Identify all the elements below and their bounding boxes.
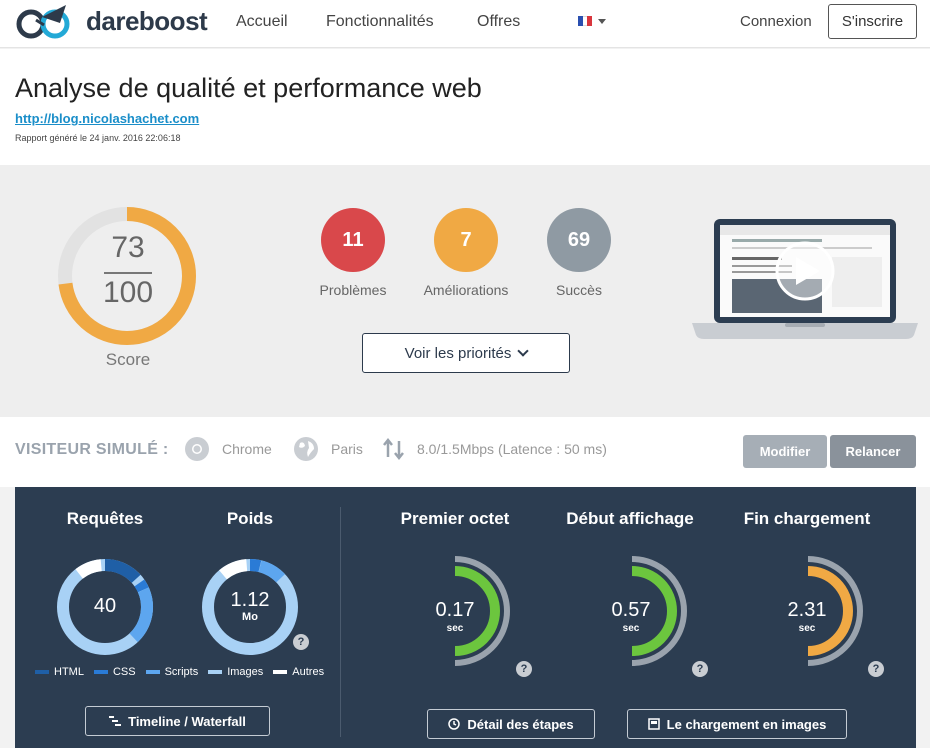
steps-detail-label: Détail des étapes (467, 716, 574, 732)
report-date: Rapport généré le 24 janv. 2016 22:06:18 (15, 133, 181, 143)
problems-count-badge[interactable]: 11 (321, 208, 385, 272)
video-laptop-thumbnail[interactable] (692, 217, 918, 341)
load-end-value: 2.31 (787, 599, 827, 621)
first-byte-unit: sec (446, 623, 464, 634)
top-navbar: dareboost Accueil Fonctionnalités Offres… (0, 0, 930, 48)
clock-icon (448, 718, 461, 730)
score-value: 73 (111, 231, 145, 264)
film-icon (647, 718, 660, 730)
weight-title: Poids (226, 509, 274, 528)
steps-detail-button[interactable]: Détail des étapes (427, 709, 595, 739)
improvements-label: Améliorations (423, 282, 509, 298)
weight-help-icon[interactable]: ? (293, 634, 309, 650)
load-end-help-icon[interactable]: ? (868, 661, 884, 677)
legend-item-html: HTML (35, 666, 84, 678)
nav-link-offres[interactable]: Offres (477, 13, 520, 31)
start-render-help-icon[interactable]: ? (692, 661, 708, 677)
start-render-value: 0.57 (611, 599, 651, 621)
requests-title: Requêtes (66, 509, 144, 528)
simulated-visitor-bar: VISITEUR SIMULÉ : Chrome Paris 8.0/1.5Mb… (0, 417, 930, 487)
legend-item-images: Images (208, 666, 263, 678)
metrics-divider (340, 507, 341, 737)
location-name: Paris (331, 441, 363, 457)
language-dropdown-caret-icon[interactable] (598, 19, 606, 24)
start-render-title: Début affichage (566, 509, 694, 528)
connection-speed: 8.0/1.5Mbps (Latence : 50 ms) (417, 441, 607, 457)
login-link[interactable]: Connexion (740, 13, 812, 30)
score-max: 100 (102, 276, 154, 309)
up-down-arrows-icon (383, 437, 404, 461)
restart-button[interactable]: Relancer (830, 435, 916, 468)
requests-value: 40 (93, 595, 117, 617)
problems-count: 11 (342, 228, 364, 251)
score-fraction-line (104, 272, 152, 274)
legend-item-css: CSS (93, 666, 136, 678)
problems-label: Problèmes (319, 282, 387, 298)
start-render-unit: sec (622, 623, 640, 634)
page-title: Analyse de qualité et performance web (15, 73, 482, 103)
first-byte-title: Premier octet (400, 509, 510, 528)
score-label: Score (105, 350, 151, 369)
signup-button[interactable]: S'inscrire (828, 4, 917, 39)
first-byte-value: 0.17 (435, 599, 475, 621)
flag-fr-icon[interactable] (578, 16, 593, 26)
view-priorities-button[interactable]: Voir les priorités (362, 333, 570, 373)
success-label: Succès (556, 282, 602, 298)
loading-images-label: Le chargement en images (666, 716, 827, 732)
weight-unit: Mo (242, 611, 258, 623)
browser-name: Chrome (222, 441, 272, 457)
legend-item-others: Autres (273, 666, 324, 678)
legend-item-scripts: Scripts (145, 666, 198, 678)
view-priorities-label: Voir les priorités (404, 344, 512, 362)
chevron-down-icon (517, 344, 530, 357)
content-type-legend: HTML CSS Scripts Images Autres (35, 666, 324, 678)
success-count: 69 (567, 228, 591, 251)
first-byte-help-icon[interactable]: ? (516, 661, 532, 677)
nav-link-fonctionnalites[interactable]: Fonctionnalités (326, 13, 434, 31)
timeline-waterfall-label: Timeline / Waterfall (128, 713, 246, 729)
modify-button[interactable]: Modifier (743, 435, 827, 468)
dareboost-logo-icon[interactable] (14, 3, 78, 41)
load-end-title: Fin chargement (743, 509, 871, 528)
timeline-waterfall-button[interactable]: Timeline / Waterfall (85, 706, 270, 736)
load-end-unit: sec (798, 623, 816, 634)
improvements-count-badge[interactable]: 7 (434, 208, 498, 272)
weight-value: 1.12 (230, 589, 270, 611)
metrics-panel: Requêtes 40 Poids 1.12 Mo ? HTML CSS Scr… (15, 487, 916, 748)
brand-name[interactable]: dareboost (86, 6, 208, 37)
improvements-count: 7 (460, 228, 472, 251)
nav-link-accueil[interactable]: Accueil (236, 13, 288, 31)
chrome-icon (185, 437, 209, 461)
score-section: 73 100 Score 11 Problèmes 7 Amélioration… (0, 165, 930, 417)
waterfall-icon (109, 716, 122, 726)
loading-images-button[interactable]: Le chargement en images (627, 709, 847, 739)
simulated-visitor-label: VISITEUR SIMULÉ : (15, 441, 169, 458)
analyzed-url-link[interactable]: http://blog.nicolashachet.com (15, 111, 199, 126)
globe-icon (294, 437, 318, 461)
report-header: Analyse de qualité et performance web ht… (0, 49, 930, 165)
success-count-badge[interactable]: 69 (547, 208, 611, 272)
